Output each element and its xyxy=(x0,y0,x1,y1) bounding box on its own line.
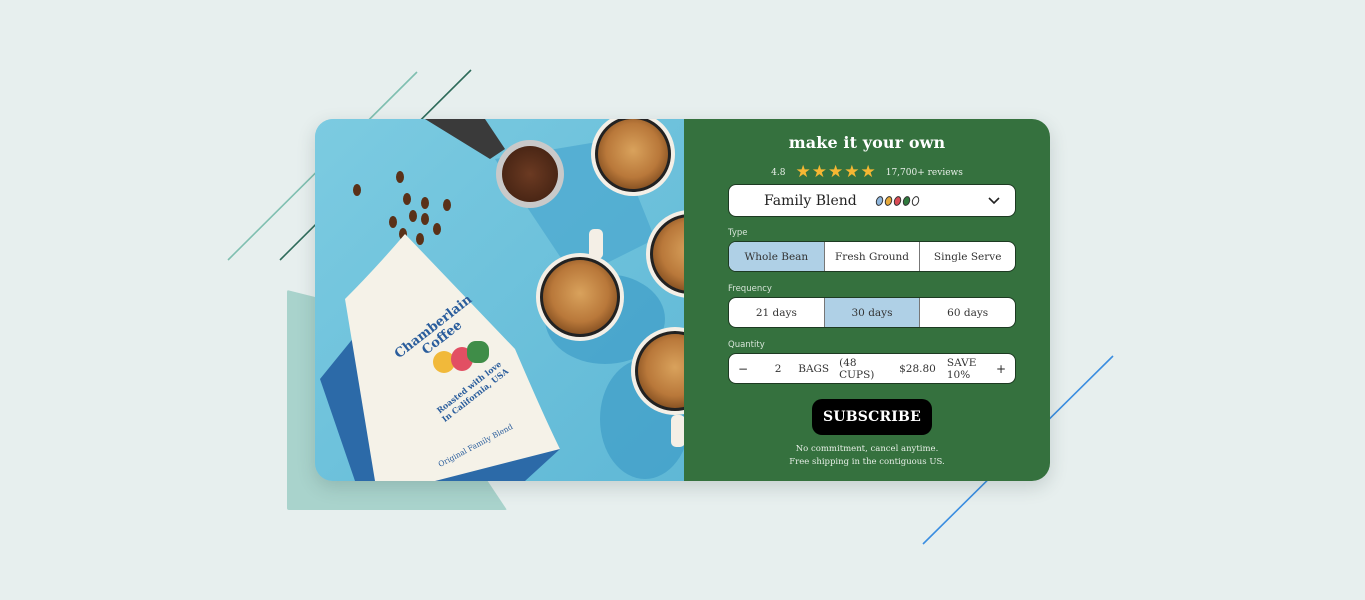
rating-row: 4.8 ★ ★ ★ ★ ★ 17,700+ reviews xyxy=(684,164,1050,181)
price: $28.80 xyxy=(899,362,936,375)
star-icon: ★ xyxy=(860,162,876,182)
decrement-button[interactable]: − xyxy=(738,362,748,376)
type-label: Type xyxy=(728,228,748,238)
type-option-whole-bean[interactable]: Whole Bean xyxy=(729,242,825,271)
frequency-selector: 21 days 30 days 60 days xyxy=(728,297,1016,328)
quantity-stepper: − 2 BAGS (48 CUPS) $28.80 SAVE 10% + xyxy=(728,353,1016,384)
star-icon: ★ xyxy=(827,162,844,182)
espresso-cup xyxy=(536,253,624,341)
product-card: Chamberlain Coffee Roasted with love In … xyxy=(315,119,1050,481)
product-photo: Chamberlain Coffee Roasted with love In … xyxy=(315,119,684,481)
increment-button[interactable]: + xyxy=(996,362,1006,376)
star-icon: ★ xyxy=(795,162,811,182)
quantity-label: Quantity xyxy=(728,340,765,350)
bean-icon xyxy=(892,194,903,207)
panel-heading: make it your own xyxy=(788,133,946,152)
type-option-single-serve[interactable]: Single Serve xyxy=(920,242,1015,271)
review-count[interactable]: 17,700+ reviews xyxy=(886,168,963,178)
blend-select[interactable]: Family Blend xyxy=(728,184,1016,217)
frequency-option-60[interactable]: 60 days xyxy=(920,298,1015,327)
star-rating: ★ ★ ★ ★ ★ xyxy=(795,164,875,181)
rating-score: 4.8 xyxy=(771,167,786,178)
quantity-unit: BAGS xyxy=(798,362,830,375)
bean-icon xyxy=(874,194,885,207)
bean-icon xyxy=(901,194,912,207)
blend-select-value: Family Blend xyxy=(764,192,857,209)
shipping-note: Free shipping in the contiguous US. xyxy=(789,457,945,467)
frequency-option-30[interactable]: 30 days xyxy=(824,298,921,327)
type-selector: Whole Bean Fresh Ground Single Serve xyxy=(728,241,1016,272)
chevron-down-icon[interactable] xyxy=(987,194,1001,208)
bean-icon xyxy=(910,194,921,207)
star-icon: ★ xyxy=(811,162,827,182)
star-icon: ★ xyxy=(844,162,860,182)
bean-icon xyxy=(883,194,894,207)
roast-beans-indicator xyxy=(874,194,921,207)
frequency-label: Frequency xyxy=(728,284,772,294)
bag-mascots xyxy=(433,341,493,377)
commitment-note: No commitment, cancel anytime. xyxy=(795,444,939,454)
quantity-value[interactable]: 2 xyxy=(772,363,784,375)
subscription-panel: make it your own 4.8 ★ ★ ★ ★ ★ 17,700+ r… xyxy=(684,119,1050,481)
frequency-option-21[interactable]: 21 days xyxy=(729,298,825,327)
cups-count: (48 CUPS) xyxy=(839,356,875,381)
type-option-fresh-ground[interactable]: Fresh Ground xyxy=(825,242,921,271)
savings-badge: SAVE 10% xyxy=(946,356,977,381)
subscribe-button[interactable]: SUBSCRIBE xyxy=(812,399,932,435)
